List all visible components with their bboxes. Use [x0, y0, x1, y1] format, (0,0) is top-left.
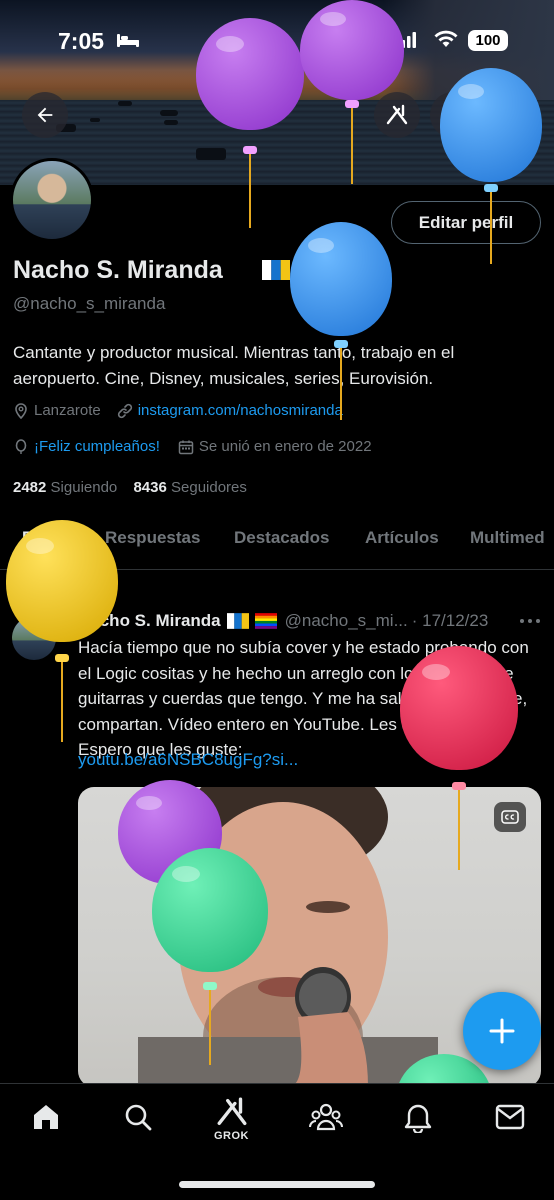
post-author-name[interactable]: Nacho S. Miranda	[78, 611, 221, 631]
search-icon	[443, 105, 463, 125]
followers-link[interactable]: 8436 Seguidores	[133, 479, 246, 496]
search-button[interactable]	[430, 92, 476, 138]
grok-icon	[217, 1097, 247, 1126]
post-text: Hacía tiempo que no subía cover y he est…	[78, 638, 529, 759]
canary-islands-flag-icon	[226, 613, 249, 629]
battery-indicator: 100	[468, 30, 508, 51]
active-tab-indicator	[18, 564, 76, 568]
birthday-link[interactable]: ¡Feliz cumpleaños!	[34, 438, 160, 455]
canary-islands-flag-icon	[262, 260, 290, 280]
nav-notifications[interactable]	[400, 1099, 436, 1135]
profile-website-link[interactable]: instagram.com/nachosmiranda	[138, 402, 343, 419]
rainbow-flag-icon	[296, 260, 324, 280]
profile-handle: @nacho_s_miranda	[13, 294, 166, 313]
post-link[interactable]: youtu.be/a6NSBC8ugFg?si...	[78, 750, 298, 770]
post-author-avatar[interactable]	[12, 616, 56, 660]
post-date[interactable]: · 17/12/23	[412, 611, 489, 631]
post-header: Nacho S. Miranda @nacho_s_mi... · 17/12/…	[78, 611, 488, 631]
wifi-icon	[434, 30, 458, 47]
captions-button[interactable]	[494, 802, 526, 832]
followers-count: 8436	[133, 479, 167, 496]
share-icon	[500, 105, 518, 124]
home-indicator	[179, 1181, 375, 1188]
profile-bio: Cantante y productor musical. Mientras t…	[13, 343, 455, 388]
sleep-focus-icon	[117, 34, 139, 47]
edit-profile-button[interactable]: Editar perfil	[391, 201, 541, 244]
share-button[interactable]	[486, 92, 532, 138]
search-icon	[125, 1104, 152, 1131]
tab-posts[interactable]: Posts	[22, 528, 68, 548]
tab-articles[interactable]: Artículos	[365, 528, 439, 548]
mail-icon	[495, 1104, 525, 1130]
bell-icon	[404, 1104, 432, 1133]
post-author-handle[interactable]: @nacho_s_mi...	[285, 611, 408, 631]
location-icon	[15, 402, 27, 419]
more-icon[interactable]	[518, 612, 542, 630]
nav-search[interactable]	[120, 1099, 156, 1135]
profile-meta-row-1: Lanzarote instagram.com/nachosmiranda	[13, 402, 343, 419]
profile-meta-row-2: ¡Feliz cumpleaños! Se unió en enero de 2…	[13, 438, 372, 455]
follow-stats: 2482 Siguiendo 8436 Seguidores	[13, 479, 247, 496]
followers-label: Seguidores	[171, 479, 247, 496]
compose-button[interactable]	[463, 992, 541, 1070]
profile-avatar[interactable]	[10, 158, 94, 242]
status-bar: 7:05 100	[0, 0, 554, 82]
nav-communities[interactable]	[308, 1099, 344, 1135]
profile-location: Lanzarote	[34, 402, 101, 419]
nav-messages[interactable]	[492, 1099, 528, 1135]
grok-label: GROK	[214, 1130, 249, 1142]
following-count: 2482	[13, 479, 47, 496]
tab-media[interactable]: Multimed	[470, 528, 545, 548]
cellular-signal-icon	[396, 32, 416, 48]
grok-button[interactable]	[374, 92, 420, 138]
pin-icon	[52, 586, 66, 600]
profile-joined: Se unió en enero de 2022	[198, 438, 372, 455]
nav-home[interactable]	[28, 1099, 64, 1135]
profile-name: Nacho S. Miranda	[13, 256, 223, 284]
tab-replies[interactable]: Respuestas	[105, 528, 200, 548]
following-label: Siguiendo	[50, 479, 118, 496]
home-icon	[34, 1105, 58, 1129]
balloon-icon	[15, 438, 27, 454]
profile-tabs: Posts Respuestas Destacados Artículos Mu…	[0, 520, 554, 570]
calendar-icon	[178, 440, 194, 454]
back-button[interactable]	[22, 92, 68, 138]
link-icon	[117, 403, 132, 418]
pinned-label: Fijada	[78, 585, 116, 600]
grok-icon	[386, 104, 408, 125]
cc-icon	[501, 810, 519, 824]
back-arrow-icon	[37, 107, 53, 123]
tab-highlights[interactable]: Destacados	[234, 528, 329, 548]
communities-icon	[309, 1103, 343, 1131]
status-time: 7:05	[58, 28, 105, 54]
compose-plus-icon	[489, 1018, 515, 1044]
following-link[interactable]: 2482 Siguiendo	[13, 479, 117, 496]
nav-grok[interactable]	[214, 1094, 250, 1130]
rainbow-flag-icon	[254, 613, 277, 629]
